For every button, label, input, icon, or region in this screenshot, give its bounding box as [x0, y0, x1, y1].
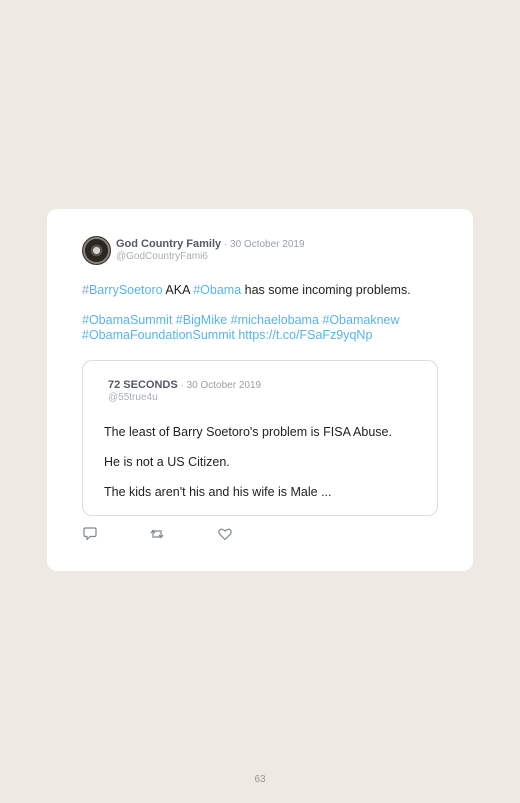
hashtag-barrysoetoro[interactable]: #BarrySoetoro	[82, 283, 163, 297]
author-handle[interactable]: @GodCountryFami6	[116, 251, 208, 262]
tweet-link-line[interactable]: #ObamaFoundationSummit https://t.co/FSaF…	[82, 328, 452, 343]
like-icon[interactable]	[217, 526, 233, 542]
quoted-paragraph: The least of Barry Soetoro's problem is …	[104, 425, 392, 439]
page-number: 63	[254, 774, 266, 785]
quoted-date[interactable]: 30 October 2019	[187, 380, 262, 391]
author-separator: ·	[221, 239, 231, 250]
tweet-line-1: #BarrySoetoro AKA #Obama has some incomi…	[82, 283, 452, 298]
retweet-icon[interactable]	[149, 526, 165, 542]
quoted-author-line: 72 SECONDS · 30 October 2019	[108, 379, 261, 392]
author-name[interactable]: God Country Family	[116, 238, 221, 250]
quoted-separator: ·	[177, 380, 187, 391]
hashtag-obama[interactable]: #Obama	[193, 283, 241, 297]
tweet-card: God Country Family · 30 October 2019 @Go…	[47, 209, 473, 571]
author-avatar[interactable]	[82, 236, 111, 265]
quoted-author-name[interactable]: 72 SECONDS	[108, 379, 178, 391]
quoted-tweet[interactable]: 72 SECONDS · 30 October 2019 @55true4u T…	[82, 360, 438, 516]
quoted-handle[interactable]: @55true4u	[108, 392, 158, 403]
quoted-text: The least of Barry Soetoro's problem is …	[104, 425, 424, 515]
tweet-author-line: God Country Family · 30 October 2019	[116, 238, 305, 251]
tweet-date[interactable]: 30 October 2019	[230, 239, 305, 250]
tweet-text-segment: has some incoming problems.	[241, 283, 411, 297]
tweet-hashtags-line[interactable]: #ObamaSummit #BigMike #michaelobama #Oba…	[82, 313, 452, 328]
quoted-paragraph: The kids aren't his and his wife is Male…	[104, 485, 332, 499]
tweet-text-segment: AKA	[162, 283, 194, 297]
quoted-paragraph: He is not a US Citizen.	[104, 455, 230, 469]
reply-icon[interactable]	[82, 526, 98, 542]
tweet-text: #BarrySoetoro AKA #Obama has some incomi…	[82, 283, 452, 343]
